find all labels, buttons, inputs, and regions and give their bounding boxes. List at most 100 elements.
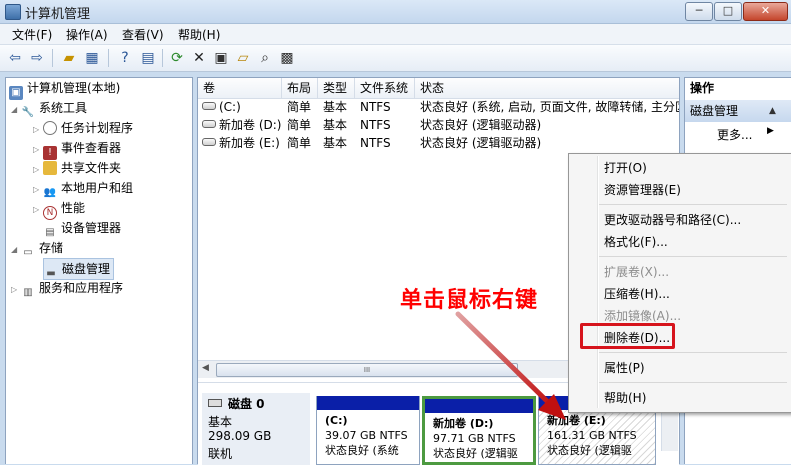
drive-icon (202, 138, 216, 146)
tree-item-device-manager[interactable]: ▤ 设备管理器 (43, 218, 121, 238)
filesystem-cell: NTFS (360, 100, 391, 114)
menu-bar: 文件(F) 操作(A) 查看(V) 帮助(H) (0, 24, 791, 45)
toolbar-separator (52, 49, 53, 67)
menu-separator (599, 352, 787, 353)
scroll-left-icon[interactable]: ◀ (202, 363, 209, 373)
search-icon[interactable]: ⌕ (256, 49, 274, 67)
tree-item-event-viewer[interactable]: ▷! 事件查看器 (33, 138, 122, 160)
tree-item-local-users[interactable]: ▷ 👥 本地用户和组 (33, 178, 133, 198)
table-row[interactable]: 新加卷 (E:) 简单 基本 NTFS 状态良好 (逻辑驱动器) (198, 134, 679, 152)
expand-arrow-icon[interactable]: ▷ (11, 280, 21, 300)
maximize-button[interactable]: □ (714, 2, 742, 21)
expand-arrow-icon[interactable]: ▷ (33, 120, 43, 140)
toolbar-separator (108, 49, 109, 67)
console-icon[interactable]: ▤ (139, 49, 157, 67)
more-actions-link[interactable]: 更多... ▶ (717, 126, 774, 143)
expand-arrow-icon[interactable]: ▷ (33, 140, 43, 160)
menu-format[interactable]: 格式化(F)... (604, 232, 668, 252)
layout-cell: 简单 (287, 100, 312, 114)
context-menu: 打开(O) 资源管理器(E) 更改驱动器号和路径(C)... 格式化(F)...… (568, 153, 791, 413)
minimize-button[interactable]: ─ (685, 2, 713, 21)
menu-separator (599, 256, 787, 257)
title-bar: 计算机管理 ─ □ ✕ (0, 0, 791, 24)
help-icon[interactable]: ? (116, 49, 134, 67)
partition-size: 161.31 GB NTFS (547, 429, 637, 442)
annotation-arrow (455, 311, 566, 420)
up-folder-icon[interactable]: ▰ (60, 49, 78, 67)
forward-icon[interactable]: ⇨ (28, 49, 46, 67)
type-cell: 基本 (323, 118, 348, 132)
menu-action[interactable]: 操作(A) (66, 26, 108, 43)
collapse-arrow-icon[interactable]: ◢ (11, 240, 21, 260)
tree-item-shared-folders[interactable]: ▷ 共享文件夹 (33, 158, 121, 178)
partition-status: 状态良好 (系统 (325, 444, 399, 457)
status-cell: 状态良好 (逻辑驱动器) (420, 118, 542, 132)
menu-shrink-volume[interactable]: 压缩卷(H)... (604, 284, 670, 304)
partition-status: 状态良好 (逻辑驱 (547, 444, 632, 457)
show-tree-icon[interactable]: ▦ (83, 49, 101, 67)
expand-arrow-icon[interactable]: ▷ (33, 160, 43, 180)
column-filesystem[interactable]: 文件系统 (355, 78, 415, 98)
layout-cell: 简单 (287, 118, 312, 132)
filesystem-cell: NTFS (360, 118, 391, 132)
column-layout[interactable]: 布局 (282, 78, 318, 98)
menu-help[interactable]: 帮助(H) (604, 388, 646, 408)
tree-label: 设备管理器 (61, 221, 122, 235)
annotation-text: 单击鼠标右键 (400, 288, 539, 313)
menu-view[interactable]: 查看(V) (122, 26, 164, 43)
disk-icon (208, 399, 222, 407)
partition-c[interactable]: (C:) 39.07 GB NTFS 状态良好 (系统 (316, 396, 420, 465)
table-row[interactable]: 新加卷 (D:) 简单 基本 NTFS 状态良好 (逻辑驱动器) (198, 116, 679, 134)
column-status[interactable]: 状态 (415, 78, 679, 98)
tree-item-storage[interactable]: ◢ ▭ 存储 (11, 238, 63, 258)
disk-type: 基本 (208, 415, 233, 429)
menu-file[interactable]: 文件(F) (12, 26, 52, 43)
toolbar-separator (162, 49, 163, 67)
menu-help[interactable]: 帮助(H) (178, 26, 220, 43)
tree-label: 存储 (39, 241, 64, 255)
menu-explorer[interactable]: 资源管理器(E) (604, 180, 681, 200)
column-type[interactable]: 类型 (318, 78, 355, 98)
volume-cell: 新加卷 (D:) (202, 116, 282, 134)
expand-arrow-icon[interactable]: ▷ (33, 200, 43, 220)
open-icon[interactable]: ▱ (234, 49, 252, 67)
tree-item-services[interactable]: ▷ ▥ 服务和应用程序 (11, 278, 123, 298)
tree-item-performance[interactable]: ▷ N 性能 (33, 198, 85, 220)
menu-properties[interactable]: 属性(P) (604, 358, 645, 378)
delete-icon[interactable]: ✕ (190, 49, 208, 67)
tree-label: 事件查看器 (61, 141, 122, 155)
table-row[interactable]: (C:) 简单 基本 NTFS 状态良好 (系统, 启动, 页面文件, 故障转储… (198, 98, 679, 116)
tree-label: 本地用户和组 (61, 181, 134, 195)
disk-info[interactable]: 磁盘 0 基本 298.09 GB 联机 (202, 393, 310, 465)
tree-item-system-tools[interactable]: ◢ 🔧 系统工具 (11, 98, 87, 118)
collapse-up-icon[interactable]: ▲ (769, 100, 776, 122)
tree-item-computer-management[interactable]: ▣ 计算机管理(本地) (9, 78, 120, 100)
refresh-icon[interactable]: ⟳ (168, 49, 186, 67)
menu-open[interactable]: 打开(O) (604, 158, 647, 178)
more-actions-label: 更多... (717, 128, 753, 142)
status-cell: 状态良好 (逻辑驱动器) (420, 136, 542, 150)
back-icon[interactable]: ⇦ (6, 49, 24, 67)
tree-item-task-scheduler[interactable]: ▷ 任务计划程序 (33, 118, 133, 138)
storage-icon: ▭ (23, 247, 33, 258)
actions-group-header[interactable]: 磁盘管理 ▲ (685, 100, 791, 122)
tree-label: 任务计划程序 (61, 121, 134, 135)
window-title: 计算机管理 (25, 7, 91, 22)
type-cell: 基本 (323, 100, 348, 114)
volume-cell: 新加卷 (E:) (202, 134, 282, 152)
close-button[interactable]: ✕ (743, 2, 788, 21)
menu-separator (599, 382, 787, 383)
volume-name: 新加卷 (E:) (219, 136, 280, 150)
expand-arrow-icon[interactable]: ▷ (33, 180, 43, 200)
volume-name: 新加卷 (D:) (219, 118, 282, 132)
menu-change-drive-letter[interactable]: 更改驱动器号和路径(C)... (604, 210, 741, 230)
tree-item-disk-management[interactable]: ▬ 磁盘管理 (43, 258, 115, 280)
wizard-icon[interactable]: ▩ (278, 49, 296, 67)
column-volume[interactable]: 卷 (198, 78, 282, 98)
volume-name: (C:) (219, 100, 241, 114)
disk-name: 磁盘 0 (228, 397, 265, 411)
services-icon: ▥ (23, 287, 33, 298)
properties-icon[interactable]: ▣ (212, 49, 230, 67)
collapse-arrow-icon[interactable]: ◢ (11, 100, 21, 120)
toolbar: ⇦ ⇨ ▰ ▦ ? ▤ ⟳ ✕ ▣ ▱ ⌕ ▩ (0, 45, 791, 72)
